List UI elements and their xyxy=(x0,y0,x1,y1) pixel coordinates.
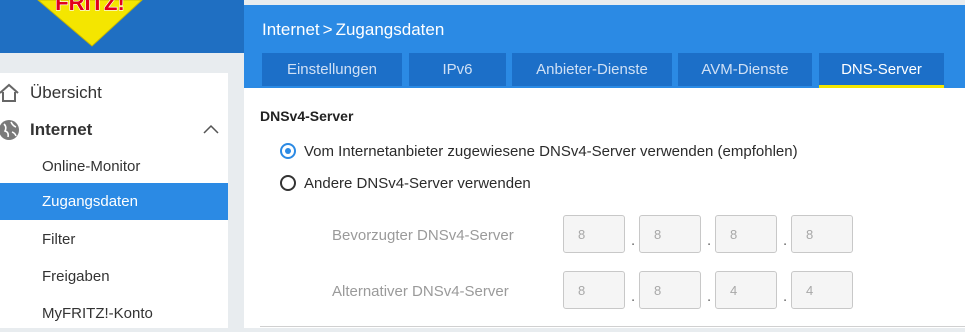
sidebar-item-label: Übersicht xyxy=(30,82,102,102)
sidebar-item-filter[interactable]: Filter xyxy=(0,221,228,258)
preferred-dns-octet-1: 8 xyxy=(563,215,625,253)
sidebar-item-label: MyFRITZ!-Konto xyxy=(42,305,153,322)
home-icon xyxy=(0,83,19,102)
breadcrumb: Internet > Zugangsdaten xyxy=(262,20,444,40)
sidebar-item-freigaben[interactable]: Freigaben xyxy=(0,258,228,295)
radio-provider-dns[interactable]: Vom Internetanbieter zugewiesene DNSv4-S… xyxy=(280,140,798,162)
preferred-dns-octet-2: 8 xyxy=(639,215,701,253)
section-title: DNSv4-Server xyxy=(260,108,354,124)
fritz-logo: FRITZ! xyxy=(37,0,143,47)
radio-button[interactable] xyxy=(280,175,296,191)
logo-text: FRITZ! xyxy=(55,0,125,15)
sidebar-item-label: Online-Monitor xyxy=(42,158,141,175)
radio-custom-dns[interactable]: Andere DNSv4-Server verwenden xyxy=(280,172,531,194)
breadcrumb-page: Zugangsdaten xyxy=(335,20,445,39)
alternative-dns-octet-3: 4 xyxy=(715,271,777,309)
tab-label: AVM-Dienste xyxy=(701,61,789,78)
sidebar: Übersicht Internet Online-Monitor Zugang… xyxy=(0,73,228,328)
radio-button-checked[interactable] xyxy=(280,143,296,159)
preferred-dns-label: Bevorzugter DNSv4-Server xyxy=(332,227,514,244)
radio-label: Andere DNSv4-Server verwenden xyxy=(304,174,531,192)
sidebar-item-myfritz-konto[interactable]: MyFRITZ!-Konto xyxy=(0,295,228,332)
alternative-dns-octet-2: 8 xyxy=(639,271,701,309)
sidebar-item-online-monitor[interactable]: Online-Monitor xyxy=(0,148,228,185)
sidebar-item-label: Internet xyxy=(30,119,93,139)
chevron-up-icon[interactable] xyxy=(202,123,220,135)
page-header: Internet > Zugangsdaten Einstellungen IPv6… xyxy=(244,5,965,88)
alternative-dns-octet-4: 4 xyxy=(791,271,853,309)
tab-anbieter-dienste[interactable]: Anbieter-Dienste xyxy=(512,53,672,86)
octet-separator: . xyxy=(783,288,788,305)
octet-separator: . xyxy=(707,288,712,305)
section-divider xyxy=(260,326,965,327)
sidebar-item-internet[interactable]: Internet xyxy=(0,111,228,148)
tab-avm-dienste[interactable]: AVM-Dienste xyxy=(678,53,812,86)
alternative-dns-octet-1: 8 xyxy=(563,271,625,309)
preferred-dns-octet-4: 8 xyxy=(791,215,853,253)
preferred-dns-octet-3: 8 xyxy=(715,215,777,253)
tab-ipv6[interactable]: IPv6 xyxy=(409,53,506,86)
breadcrumb-section[interactable]: Internet xyxy=(262,20,320,39)
octet-separator: . xyxy=(783,232,788,249)
tab-einstellungen[interactable]: Einstellungen xyxy=(262,53,402,86)
globe-icon xyxy=(0,119,19,140)
octet-separator: . xyxy=(631,232,636,249)
octet-separator: . xyxy=(707,232,712,249)
sidebar-item-zugangsdaten[interactable]: Zugangsdaten xyxy=(0,183,228,220)
sidebar-item-label: Freigaben xyxy=(42,268,110,285)
breadcrumb-separator: > xyxy=(322,20,333,39)
sidebar-item-label: Filter xyxy=(42,231,76,248)
sidebar-item-uebersicht[interactable]: Übersicht xyxy=(0,74,228,111)
alternative-dns-label: Alternativer DNSv4-Server xyxy=(332,283,509,300)
dns-settings-panel: DNSv4-Server Vom Internetanbieter zugewi… xyxy=(244,88,965,328)
tab-label: Einstellungen xyxy=(286,61,378,78)
tab-label: DNS-Server xyxy=(841,61,922,78)
tab-label: Anbieter-Dienste xyxy=(536,61,648,78)
radio-label: Vom Internetanbieter zugewiesene DNSv4-S… xyxy=(304,142,798,160)
tab-dns-server[interactable]: DNS-Server xyxy=(819,53,944,88)
octet-separator: . xyxy=(631,288,636,305)
tab-label: IPv6 xyxy=(442,61,473,78)
sidebar-item-label: Zugangsdaten xyxy=(42,193,138,210)
